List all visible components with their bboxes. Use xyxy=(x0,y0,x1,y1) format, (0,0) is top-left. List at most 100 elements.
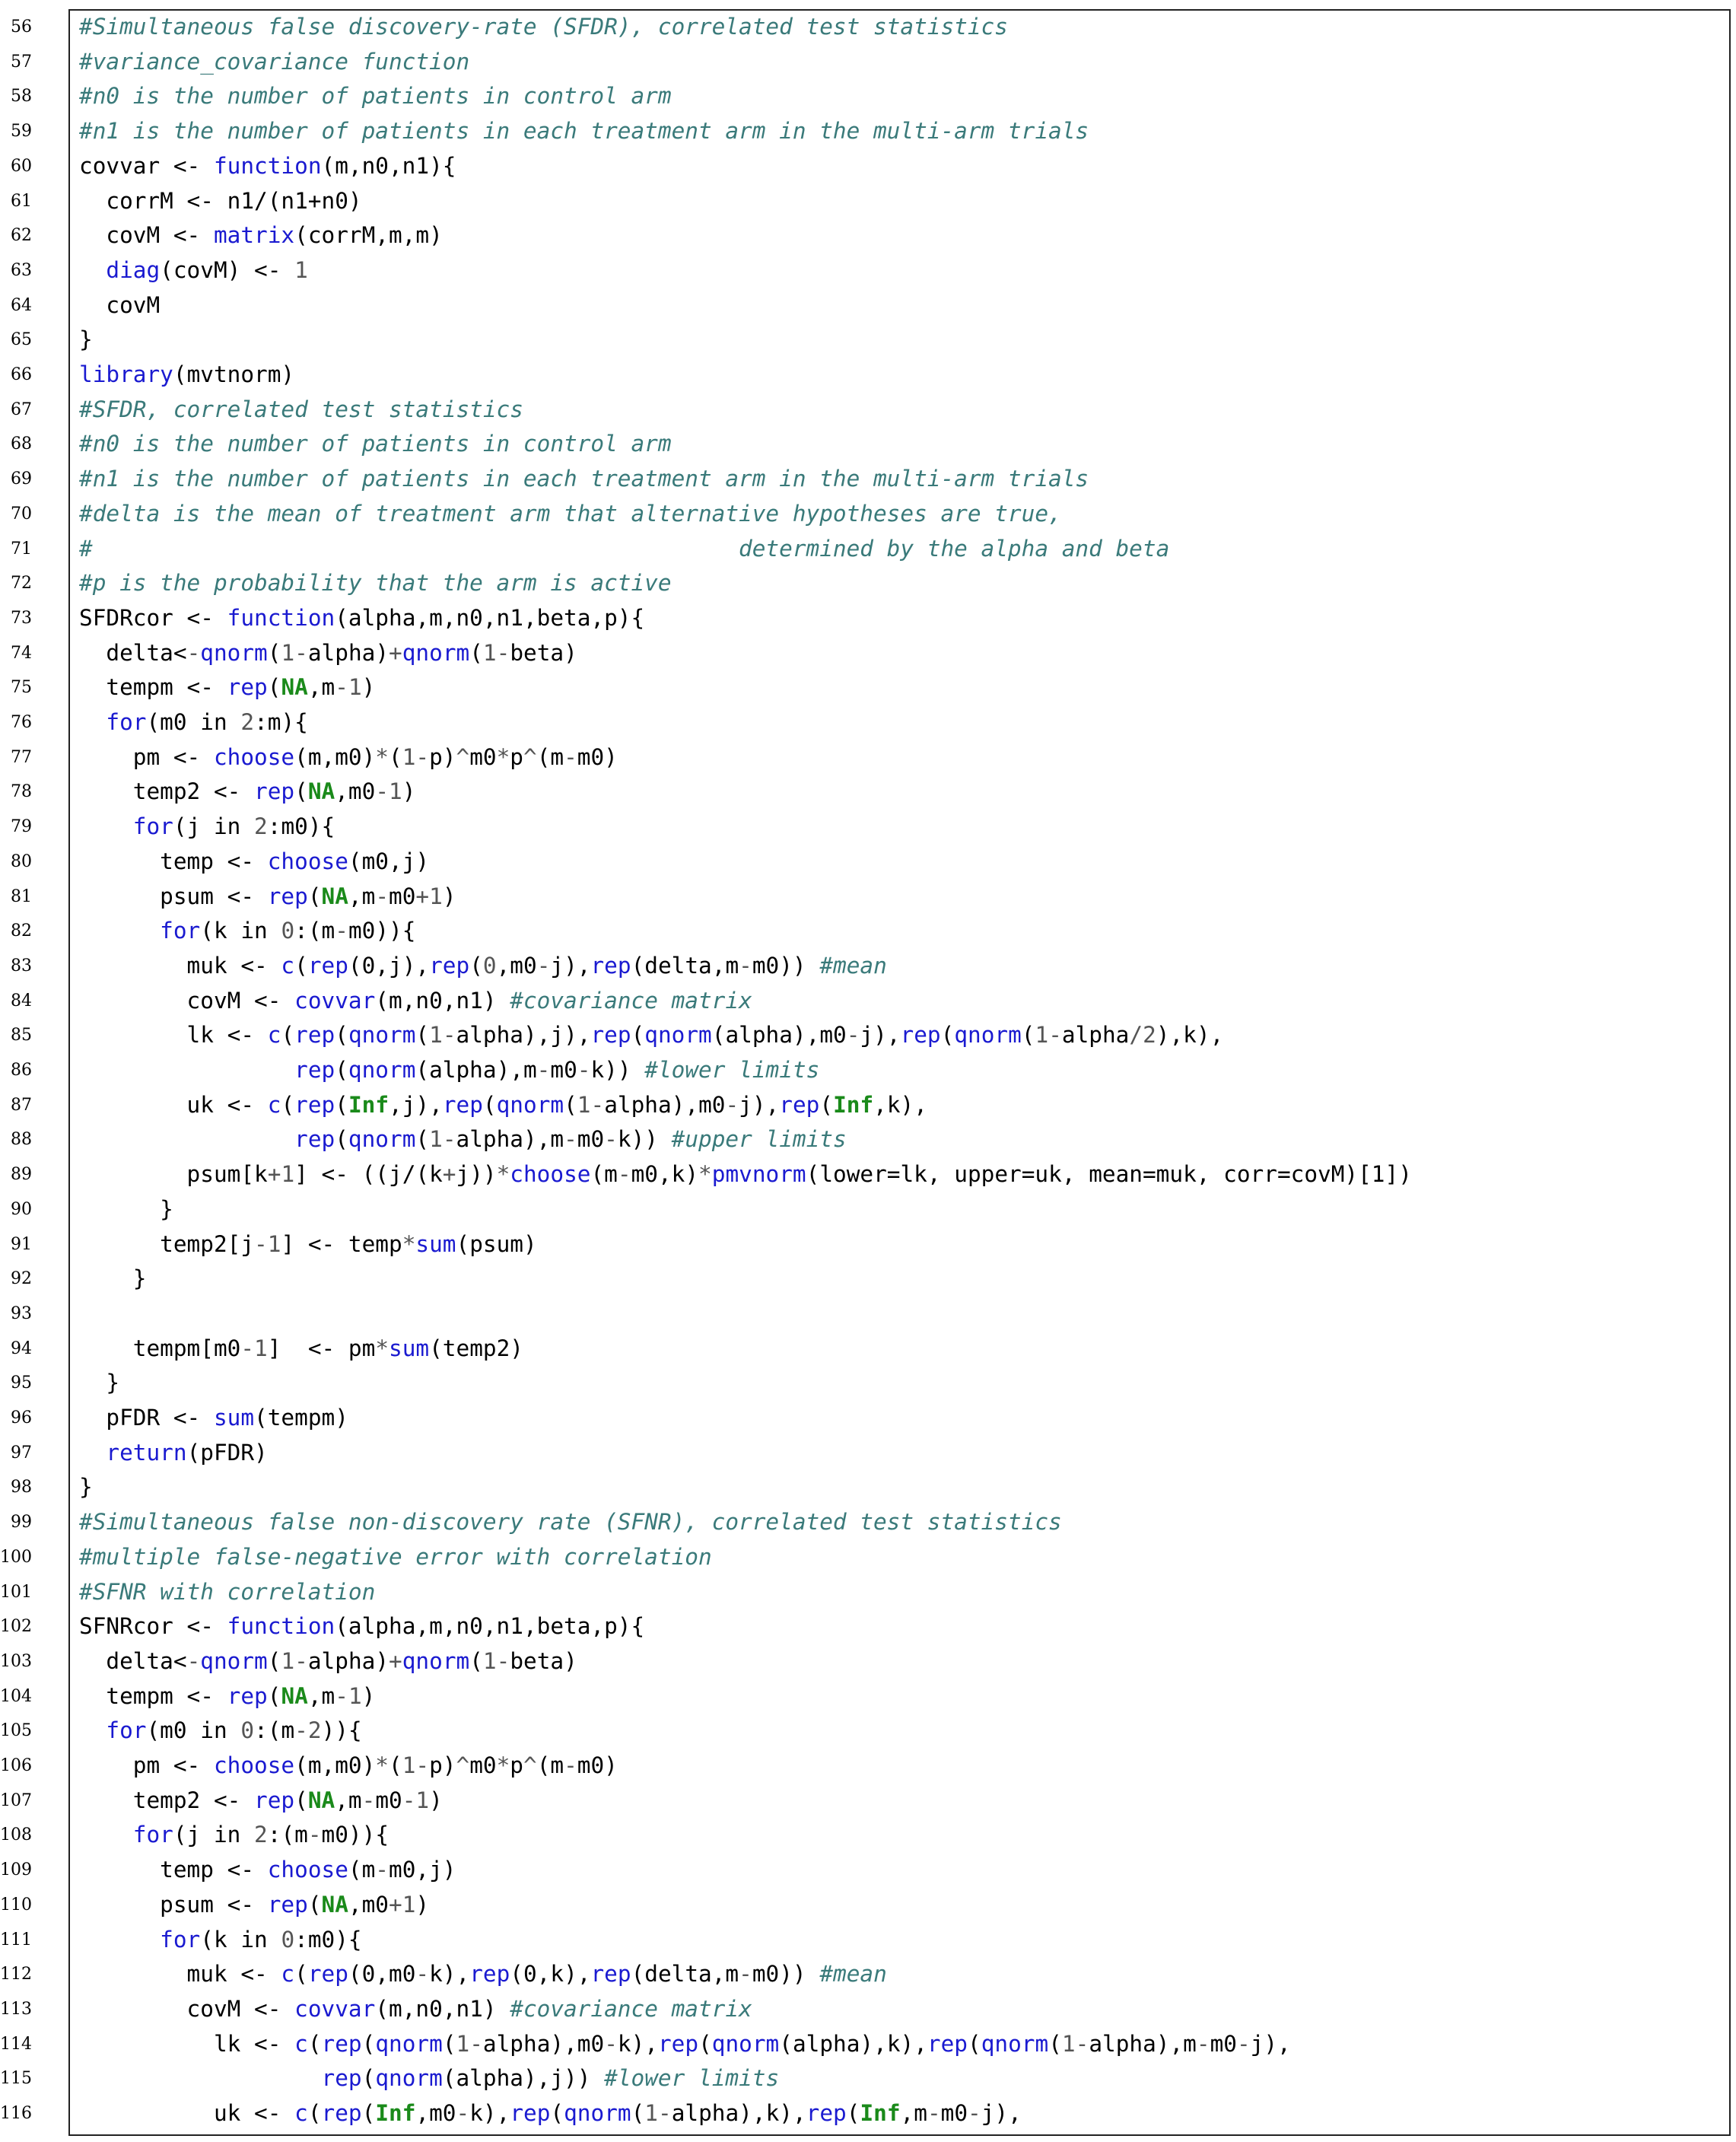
code-token: m0)) xyxy=(752,1961,820,1988)
code-token: - xyxy=(496,1647,510,1674)
code-line: 85 lk <- c(rep(qnorm(1-alpha),j),rep(qno… xyxy=(0,1018,1736,1053)
line-number: 74 xyxy=(11,643,32,663)
code-token: ( xyxy=(631,1022,645,1049)
line-number: 85 xyxy=(11,1026,32,1046)
code-token: ) xyxy=(415,1891,430,1918)
code-text: pm <- choose(m,m0)*(1-p)^m0*p^(m-m0) xyxy=(79,1749,618,1784)
code-token: 1 xyxy=(348,1682,362,1709)
code-line: 66 library(mvtnorm) xyxy=(0,358,1736,393)
code-token: function xyxy=(227,1613,335,1640)
line-number: 106 xyxy=(0,1756,32,1775)
code-token: qnorm xyxy=(348,1126,416,1153)
code-token: - xyxy=(254,1230,268,1257)
code-token: NA xyxy=(281,674,308,701)
code-token: qnorm xyxy=(200,1647,268,1674)
code-text: diag(covM) <- 1 xyxy=(79,253,307,288)
code-token: rep xyxy=(321,2100,362,2126)
code-token: alpha) xyxy=(307,1647,389,1674)
code-token: * xyxy=(496,1752,510,1778)
code-token: temp2 <- xyxy=(79,778,255,805)
line-number: 90 xyxy=(11,1199,32,1219)
code-token: - xyxy=(456,2100,470,2126)
code-text: SFDRcor <- function(alpha,m,n0,n1,beta,p… xyxy=(79,601,644,636)
code-token: m0 xyxy=(375,1787,402,1813)
code-token: + xyxy=(389,639,402,666)
line-number: 70 xyxy=(11,504,32,524)
code-line: 81 psum <- rep(NA,m-m0+1) xyxy=(0,880,1736,915)
code-line: 74 delta<-qnorm(1-alpha)+qnorm(1-beta) xyxy=(0,636,1736,671)
code-token: covM <- xyxy=(79,222,214,249)
code-text: #SFNR with correlation xyxy=(79,1575,375,1610)
code-token: * xyxy=(496,743,510,770)
code-comment: #n1 is the number of patients in each tr… xyxy=(79,466,1089,492)
code-token: (0,m0 xyxy=(348,1961,416,1988)
line-number: 60 xyxy=(11,156,32,176)
code-token: SFDRcor <- xyxy=(79,604,227,631)
code-token: p xyxy=(510,743,523,770)
code-text: uk <- c(rep(Inf,j),rep(qnorm(1-alpha),m0… xyxy=(79,1088,927,1123)
line-number: 100 xyxy=(0,1547,32,1567)
code-line: 60 covvar <- function(m,n0,n1){ xyxy=(0,149,1736,184)
code-line: 112 muk <- c(rep(0,m0-k),rep(0,k),rep(de… xyxy=(0,1957,1736,1992)
code-line: 83 muk <- c(rep(0,j),rep(0,m0-j),rep(del… xyxy=(0,949,1736,984)
code-token: :m0){ xyxy=(294,1926,362,1953)
code-token: alpha),m0 xyxy=(604,1091,726,1118)
code-text: } xyxy=(79,1262,147,1297)
code-token: rep xyxy=(321,2030,362,2057)
code-text: #Simultaneous false discovery-rate (SFDR… xyxy=(79,10,1008,45)
code-comment: #covariance matrix xyxy=(510,1995,752,2022)
code-token: qnorm xyxy=(200,639,268,666)
line-number: 95 xyxy=(11,1373,32,1393)
code-line: 71 # determined by the alpha and beta xyxy=(0,532,1736,567)
code-token: for xyxy=(160,1926,201,1953)
code-token: lk <- xyxy=(79,1022,268,1049)
code-token: sum xyxy=(389,1335,430,1361)
code-line: 64 covM xyxy=(0,288,1736,323)
code-line: 102 SFNRcor <- function(alpha,m,n0,n1,bet… xyxy=(0,1609,1736,1644)
code-line: 80 temp <- choose(m0,j) xyxy=(0,845,1736,880)
code-token: } xyxy=(79,1265,147,1292)
code-token: - xyxy=(617,1161,631,1188)
code-token: ( xyxy=(335,1091,348,1118)
code-token: - xyxy=(335,918,348,944)
code-token: qnorm xyxy=(564,2100,631,2126)
code-token: 2 xyxy=(254,1822,268,1848)
code-comment: #Simultaneous false non-discovery rate (… xyxy=(79,1509,1062,1536)
code-token: ( xyxy=(294,1787,308,1813)
code-token: sum xyxy=(213,1405,255,1431)
code-line: 63 diag(covM) <- 1 xyxy=(0,253,1736,288)
code-comment: #mean xyxy=(819,952,887,979)
code-token: - xyxy=(725,1091,739,1118)
code-token: - xyxy=(375,883,389,909)
line-number: 57 xyxy=(11,52,32,72)
line-number: 79 xyxy=(11,817,32,837)
code-text: #multiple false-negative error with corr… xyxy=(79,1540,712,1575)
line-number: 91 xyxy=(11,1234,32,1254)
code-line: 72 #p is the probability that the arm is … xyxy=(0,566,1736,601)
code-token: 1 xyxy=(402,1891,416,1918)
code-token: c xyxy=(281,1961,295,1988)
line-number: 81 xyxy=(11,886,32,906)
code-text: library(mvtnorm) xyxy=(79,358,294,393)
line-number: 80 xyxy=(11,851,32,871)
code-line: 98} xyxy=(0,1470,1736,1505)
code-token: covvar xyxy=(294,987,376,1014)
line-number: 113 xyxy=(0,1999,32,2019)
code-comment: #n0 is the number of patients in control… xyxy=(79,83,672,110)
code-comment: #multiple false-negative error with corr… xyxy=(79,1543,712,1570)
code-token: function xyxy=(227,604,335,631)
code-token: m0 xyxy=(469,743,497,770)
code-token: 1 xyxy=(429,883,443,909)
code-line: 109 temp <- choose(m-m0,j) xyxy=(0,1853,1736,1888)
code-token: tempm <- xyxy=(79,674,227,701)
code-token: * xyxy=(375,1752,389,1778)
code-token: qnorm xyxy=(348,1022,416,1049)
code-token: (pFDR) xyxy=(186,1439,268,1466)
line-number: 84 xyxy=(11,991,32,1011)
code-token: ( xyxy=(1021,1022,1035,1049)
code-text: psum <- rep(NA,m0+1) xyxy=(79,1888,429,1923)
code-token: alpha),j), xyxy=(456,1022,591,1049)
code-token: qnorm xyxy=(375,2030,443,2057)
line-number: 59 xyxy=(11,122,32,142)
